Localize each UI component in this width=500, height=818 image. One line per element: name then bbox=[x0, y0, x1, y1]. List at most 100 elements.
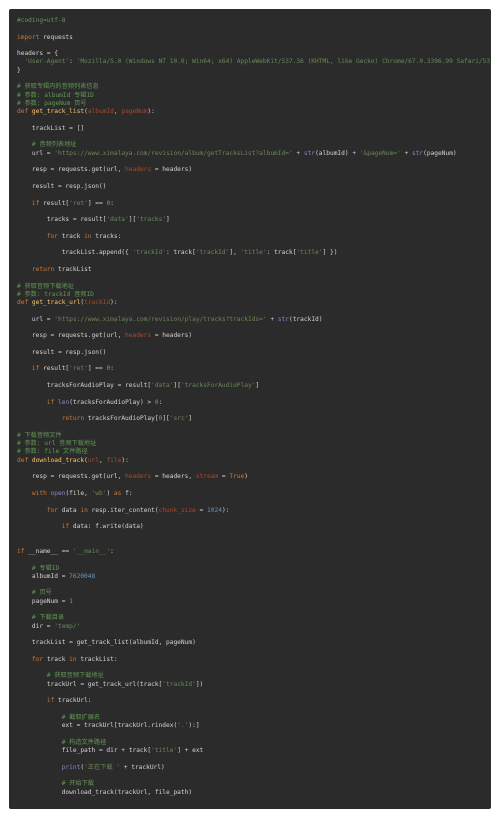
code-string: 'data' bbox=[151, 382, 174, 390]
code-string: 'data' bbox=[106, 216, 129, 224]
code-text: = headers, bbox=[151, 473, 196, 481]
code-text: (pageNum) bbox=[423, 149, 457, 157]
code-string: 'tracksForAudioPlay' bbox=[180, 382, 256, 390]
code-text: result[ bbox=[39, 365, 70, 373]
code-line: download_track(trackUrl, file_path) bbox=[17, 789, 491, 797]
code-line: print('正在下载 ' + trackUrl) bbox=[17, 764, 491, 772]
code-comment: # 获取音频下载地址 bbox=[17, 282, 74, 290]
code-string: '&pageNum=' bbox=[359, 149, 401, 157]
code-text: ] bbox=[166, 216, 170, 224]
code-keyword-argument: headers bbox=[125, 166, 152, 174]
code-line: file_path = dir + track['title'] + ext bbox=[17, 747, 491, 755]
code-comment: # 构造文件路径 bbox=[61, 738, 107, 746]
code-text: : bbox=[158, 398, 163, 406]
code-builtin: len bbox=[58, 398, 70, 406]
code-text: ):] bbox=[188, 722, 200, 730]
code-line: trackUrl = get_track_url(track['trackId'… bbox=[17, 681, 491, 689]
code-line: return trackList bbox=[17, 266, 491, 274]
code-string: 'ret' bbox=[69, 365, 88, 373]
code-line: # 截取扩展名 bbox=[17, 714, 491, 722]
code-text: : bbox=[110, 365, 114, 373]
code-string: 'src' bbox=[169, 415, 189, 423]
code-keyword: for bbox=[46, 232, 58, 240]
code-comment: # 下载目录 bbox=[31, 614, 65, 622]
code-text: url = bbox=[17, 149, 55, 157]
code-text: resp = requests.get(url, bbox=[17, 166, 126, 174]
code-text: = bbox=[195, 506, 208, 514]
code-keyword-argument: headers bbox=[125, 473, 152, 481]
code-string: 'title' bbox=[240, 249, 267, 257]
code-builtin: print bbox=[61, 763, 81, 771]
code-string: 'Mozilla/5.0 (Windows NT 10.0; Win64; x6… bbox=[76, 58, 491, 66]
code-line: headers = { bbox=[17, 50, 491, 58]
code-keyword: in bbox=[80, 506, 88, 514]
code-text: trackList.append({ bbox=[17, 249, 133, 257]
code-text: ] bbox=[188, 415, 193, 423]
code-line: ext = trackUrl[trackUrl.rindex('.'):] bbox=[17, 722, 491, 730]
code-line: if __name__ == '__main__': bbox=[17, 548, 491, 556]
code-keyword: in bbox=[84, 232, 92, 240]
code-string: 'wb' bbox=[91, 489, 107, 497]
code-parameter: albumId bbox=[87, 108, 114, 116]
code-text: ext = trackUrl[trackUrl.rindex( bbox=[17, 722, 178, 730]
code-keyword: True bbox=[229, 473, 245, 481]
code-line: trackList = [] bbox=[17, 125, 491, 133]
code-string: '.' bbox=[177, 722, 189, 730]
code-keyword-argument: stream bbox=[195, 473, 219, 481]
code-text: : bbox=[110, 199, 114, 207]
code-comment: # 参数: trackId 音频ID bbox=[17, 290, 94, 298]
code-builtin: str bbox=[277, 315, 289, 323]
code-comment: # 页号 bbox=[31, 589, 52, 597]
code-string: 'trackId' bbox=[132, 249, 167, 257]
code-line: #coding=utf-8 bbox=[17, 17, 491, 25]
code-text: ] == bbox=[87, 365, 107, 373]
code-text: ] == bbox=[87, 199, 107, 207]
code-editor-window: #coding=utf-8 import requests headers = … bbox=[9, 9, 491, 809]
code-view[interactable]: #coding=utf-8 import requests headers = … bbox=[9, 9, 491, 797]
code-text: ): bbox=[110, 299, 118, 307]
code-text: track bbox=[43, 655, 70, 663]
code-text: track bbox=[58, 232, 85, 240]
code-string: 'ret' bbox=[69, 199, 88, 207]
code-text: tracksForAudioPlay = result[ bbox=[17, 382, 152, 390]
code-string: 'https://www.ximalaya.com/revision/play/… bbox=[54, 315, 267, 323]
code-line: } bbox=[17, 67, 491, 75]
code-line: # 获取专辑内的音频列表信息 bbox=[17, 83, 491, 91]
code-text: f: bbox=[121, 489, 133, 497]
code-line: # 下载音频文件 bbox=[17, 432, 491, 440]
code-comment: # 下载音频文件 bbox=[17, 431, 62, 439]
code-text: resp = requests.get(url, bbox=[17, 473, 126, 481]
code-line: resp = requests.get(url, headers = heade… bbox=[17, 332, 491, 340]
code-text: dir = bbox=[17, 622, 55, 630]
code-string: 'title' bbox=[151, 747, 178, 755]
code-line: trackList = get_track_list(albumId, page… bbox=[17, 639, 491, 647]
code-function-name: download_track bbox=[31, 456, 85, 464]
code-line: resp = requests.get(url, headers = heade… bbox=[17, 166, 491, 174]
code-line: # 下载目录 bbox=[17, 614, 491, 622]
code-text: trackList = [] bbox=[17, 124, 85, 132]
code-text: tracks: bbox=[91, 232, 122, 240]
code-text: = bbox=[218, 473, 230, 481]
code-text: ] bbox=[255, 382, 260, 390]
